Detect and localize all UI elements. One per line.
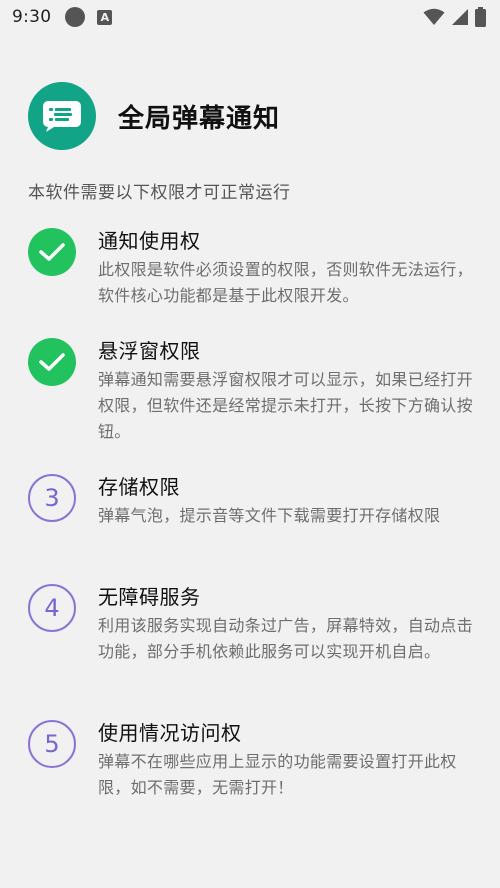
permission-desc: 利用该服务实现自动条过广告，屏幕特效，自动点击功能，部分手机依赖此服务可以实现开… — [98, 616, 473, 661]
status-right-icons — [423, 7, 486, 27]
intro-text: 本软件需要以下权限才可正常运行 — [28, 183, 291, 203]
check-icon — [28, 338, 76, 386]
battery-icon — [475, 7, 486, 27]
permission-title: 通知使用权 — [98, 229, 201, 253]
permission-title: 使用情况访问权 — [98, 721, 242, 745]
permission-desc: 此权限是软件必须设置的权限，否则软件无法运行，软件核心功能都是基于此权限开发。 — [98, 260, 473, 305]
message-bubble-icon — [43, 101, 81, 132]
status-bar: 9:30 A — [0, 0, 500, 34]
permission-desc: 弹幕不在哪些应用上显示的功能需要设置打开此权限，如不需要，无需打开！ — [98, 752, 457, 797]
app-badge-icon: A — [97, 9, 113, 25]
permission-status — [28, 228, 76, 276]
permission-text: 通知使用权 此权限是软件必须设置的权限，否则软件无法运行，软件核心功能都是基于此… — [98, 226, 478, 309]
permission-title: 悬浮窗权限 — [98, 339, 201, 363]
signal-icon — [452, 9, 468, 25]
permission-status — [28, 338, 76, 386]
permission-status: 3 — [28, 474, 76, 522]
permission-title: 无障碍服务 — [98, 585, 201, 609]
step-number-badge: 4 — [28, 584, 76, 632]
circle-notification-icon — [65, 7, 86, 27]
check-icon — [28, 228, 76, 276]
permission-text: 悬浮窗权限 弹幕通知需要悬浮窗权限才可以显示，如果已经打开权限，但软件还是经常提… — [98, 336, 478, 445]
permission-desc: 弹幕气泡，提示音等文件下载需要打开存储权限 — [98, 506, 441, 525]
permission-status: 5 — [28, 720, 76, 768]
permission-desc: 弹幕通知需要悬浮窗权限才可以显示，如果已经打开权限，但软件还是经常提示未打开，长… — [98, 370, 473, 441]
step-number-badge: 3 — [28, 474, 76, 522]
permission-text: 无障碍服务 利用该服务实现自动条过广告，屏幕特效，自动点击功能，部分手机依赖此服… — [98, 582, 478, 665]
permission-title: 存储权限 — [98, 475, 180, 499]
permission-status: 4 — [28, 584, 76, 632]
step-number-badge: 5 — [28, 720, 76, 768]
page-title: 全局弹幕通知 — [118, 103, 281, 134]
wifi-icon — [423, 8, 445, 25]
status-time: 9:30 — [12, 7, 52, 27]
app-header: 全局弹幕通知 — [28, 82, 280, 150]
permission-text: 使用情况访问权 弹幕不在哪些应用上显示的功能需要设置打开此权限，如不需要，无需打… — [98, 718, 478, 801]
app-logo — [28, 82, 96, 150]
permission-text: 存储权限 弹幕气泡，提示音等文件下载需要打开存储权限 — [98, 472, 478, 529]
